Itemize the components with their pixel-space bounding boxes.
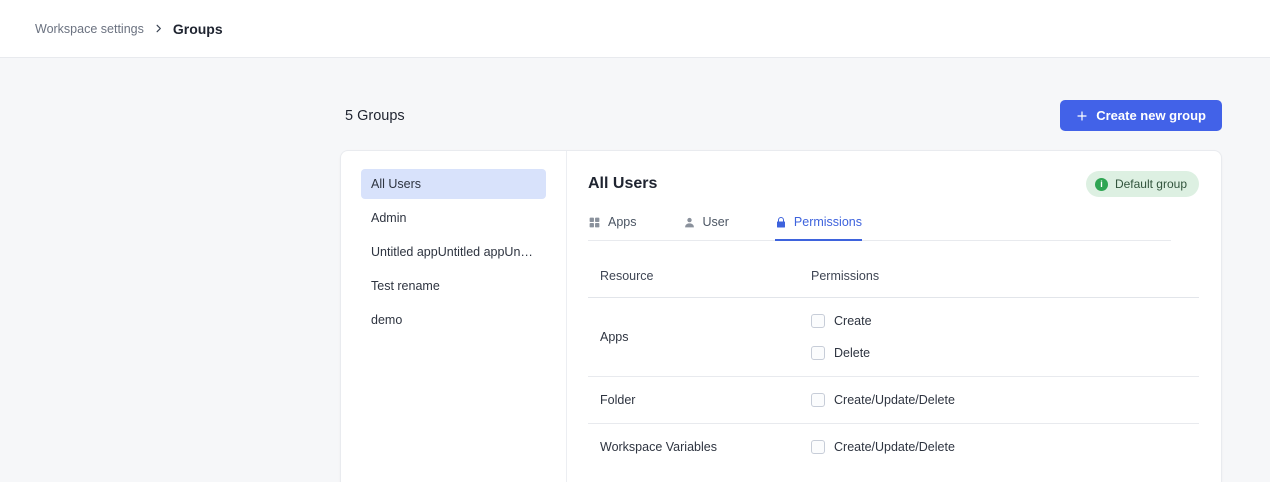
info-circle-icon: i [1095,178,1108,191]
permission-option: Delete [811,343,872,363]
top-bar: Workspace settings Groups [0,0,1270,58]
apps-grid-icon [588,216,601,229]
breadcrumb-workspace-settings[interactable]: Workspace settings [35,22,144,36]
default-group-badge-label: Default group [1115,177,1187,191]
permissions-table: Resource Permissions Apps Create [588,241,1199,470]
permission-label: Create/Update/Delete [834,393,955,407]
tab-user-label: User [703,215,729,229]
checkbox-apps-create[interactable] [811,314,825,328]
table-row-apps: Apps Create Delete [588,298,1199,377]
table-header-row: Resource Permissions [588,241,1199,298]
create-new-group-button[interactable]: Create new group [1060,100,1222,131]
group-item-admin[interactable]: Admin [361,203,546,233]
tab-apps[interactable]: Apps [588,215,637,240]
lock-icon [775,216,787,229]
permission-label: Delete [834,346,870,360]
create-new-group-label: Create new group [1096,108,1206,123]
breadcrumb-groups: Groups [173,21,223,37]
groups-card: All Users Admin Untitled appUntitled app… [340,150,1222,482]
tab-permissions[interactable]: Permissions [775,215,862,240]
group-item-test-rename[interactable]: Test rename [361,271,546,301]
permission-option: Create [811,311,872,331]
column-header-resource: Resource [588,269,811,283]
chevron-right-icon [153,23,164,34]
user-icon [683,216,696,229]
permission-option: Create/Update/Delete [811,437,955,457]
checkbox-folder-cud[interactable] [811,393,825,407]
toolbar: 5 Groups Create new group [340,100,1222,131]
permission-option: Create/Update/Delete [811,390,955,410]
checkbox-workspace-variables-cud[interactable] [811,440,825,454]
permission-label: Create [834,314,872,328]
group-item-demo[interactable]: demo [361,305,546,335]
table-row-workspace-variables: Workspace Variables Create/Update/Delete [588,424,1199,470]
column-header-permissions: Permissions [811,269,879,283]
group-item-all-users[interactable]: All Users [361,169,546,199]
group-list: All Users Admin Untitled appUntitled app… [341,151,567,482]
table-row-folder: Folder Create/Update/Delete [588,377,1199,424]
group-detail-panel: All Users i Default group Apps [567,151,1221,482]
group-item-untitled-app[interactable]: Untitled appUntitled appUntitle… [361,237,546,267]
groups-count-label: 5 Groups [340,108,405,124]
checkbox-apps-delete[interactable] [811,346,825,360]
tab-permissions-label: Permissions [794,215,862,229]
groups-page: 5 Groups Create new group All Users Admi… [0,58,1270,482]
detail-tabs: Apps User Permissions [588,215,1171,241]
resource-label: Folder [588,393,811,407]
group-title: All Users [588,175,657,193]
plus-icon [1076,110,1088,122]
default-group-badge: i Default group [1086,171,1199,197]
permission-label: Create/Update/Delete [834,440,955,454]
resource-label: Apps [588,330,811,344]
tab-apps-label: Apps [608,215,637,229]
resource-label: Workspace Variables [588,440,811,454]
tab-user[interactable]: User [683,215,729,240]
